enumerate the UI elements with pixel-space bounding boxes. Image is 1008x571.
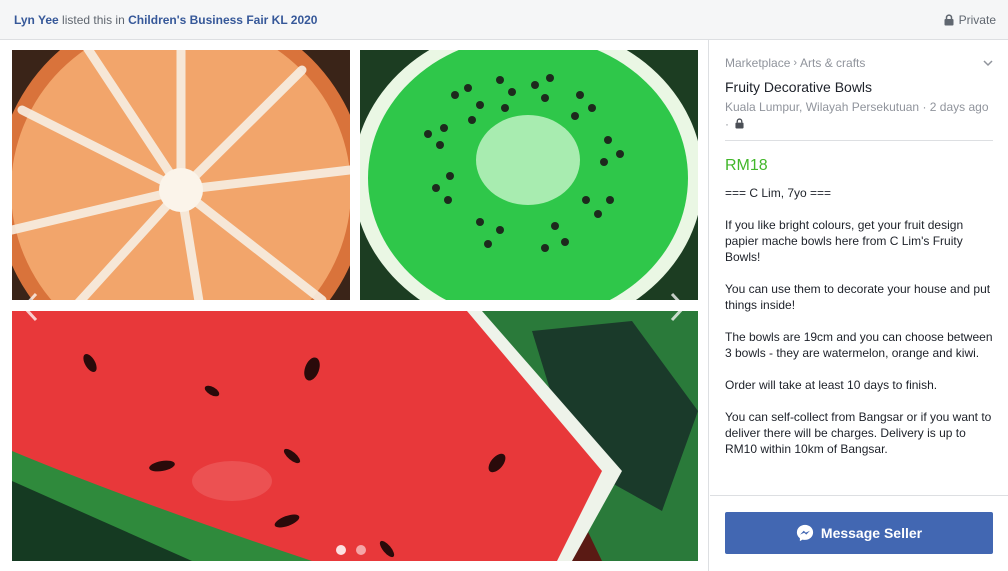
description-paragraph: You can self-collect from Bangsar or if …: [725, 410, 992, 456]
listing-details: Marketplace › Arts & crafts Fruity Decor…: [710, 40, 1008, 495]
meta-separator: ·: [725, 117, 729, 131]
kiwi-bowl-photo[interactable]: [360, 50, 698, 300]
listing-price: RM18: [725, 157, 768, 174]
description-paragraph: The bowls are 19cm and you can choose be…: [725, 330, 993, 360]
page-dot[interactable]: [356, 545, 366, 555]
action-text: listed this in: [62, 12, 125, 27]
breadcrumb: Marketplace › Arts & crafts: [725, 56, 993, 70]
listing-header: Lyn Yee listed this in Children's Busine…: [0, 0, 1008, 40]
chevron-down-icon[interactable]: [983, 59, 993, 67]
message-seller-label: Message Seller: [820, 525, 923, 541]
previous-photo-button[interactable]: [18, 290, 42, 324]
gallery-pagination: [336, 545, 366, 555]
listing-posted-time: 2 days ago: [929, 100, 989, 114]
next-photo-button[interactable]: [666, 290, 690, 324]
breadcrumb-separator: ›: [793, 57, 798, 69]
listing-description: === C Lim, 7yo === If you like bright co…: [725, 185, 993, 457]
meta-separator: ·: [922, 100, 927, 114]
page-dot[interactable]: [336, 545, 346, 555]
message-seller-button[interactable]: Message Seller: [725, 512, 993, 554]
lock-icon: [944, 13, 954, 25]
privacy-label: Private: [958, 12, 996, 27]
watermelon-bowl-photo[interactable]: [12, 311, 698, 561]
group-name-link[interactable]: Children's Business Fair KL 2020: [128, 13, 317, 27]
breadcrumb-marketplace[interactable]: Marketplace: [725, 56, 790, 70]
description-paragraph: === C Lim, 7yo ===: [725, 186, 832, 200]
photo-gallery[interactable]: [0, 40, 709, 571]
privacy-indicator: Private: [944, 13, 996, 27]
listing-actions: Message Seller: [710, 495, 1008, 571]
breadcrumb-arts-crafts[interactable]: Arts & crafts: [800, 56, 865, 70]
listing-attribution: Lyn Yee listed this in Children's Busine…: [14, 13, 317, 27]
description-paragraph: Order will take at least 10 days to fini…: [725, 378, 938, 392]
chevron-right-icon: [670, 292, 687, 322]
listing-meta: Kuala Lumpur, Wilayah Persekutuan · 2 da…: [725, 99, 993, 133]
orange-bowl-photo[interactable]: [12, 50, 350, 300]
description-paragraph: If you like bright colours, get your fru…: [725, 218, 964, 264]
description-paragraph: You can use them to decorate your house …: [725, 282, 991, 312]
listing-title: Fruity Decorative Bowls: [725, 79, 873, 95]
messenger-icon: [796, 524, 814, 542]
listing-location[interactable]: Kuala Lumpur, Wilayah Persekutuan: [725, 100, 919, 114]
lock-icon: [735, 118, 744, 129]
poster-name-link[interactable]: Lyn Yee: [14, 13, 59, 27]
chevron-left-icon: [21, 292, 38, 322]
divider: [725, 140, 993, 141]
